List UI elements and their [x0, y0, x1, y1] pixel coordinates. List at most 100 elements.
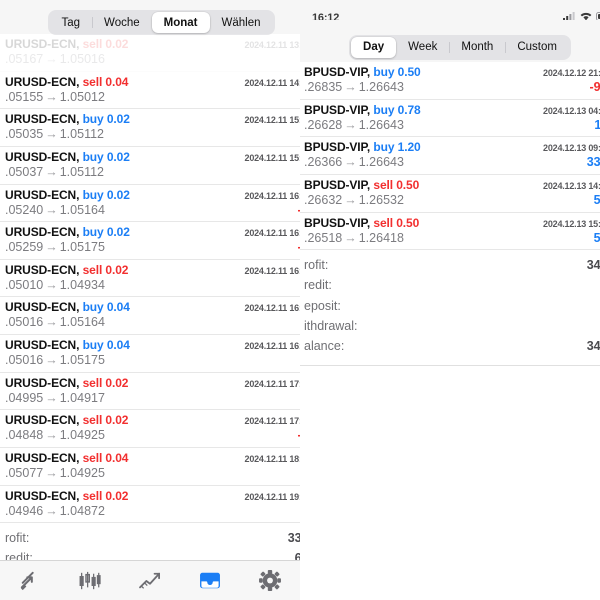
- deal-type-volume: sell 0.02: [82, 262, 129, 277]
- deal-symbol: URUSD-ECN, buy 0.04: [5, 300, 130, 315]
- right-deal-list[interactable]: BPUSD-VIP, buy 0.50 2024.12.12 21:01:0 .26…: [300, 62, 600, 251]
- left-screenshot-panel: Tag Woche Monat Wählen URUSD-ECN, sell 0.02…: [0, 0, 300, 600]
- deal-row[interactable]: URUSD-ECN, buy 0.02 2024.12.11 15:00:0 .05…: [0, 109, 300, 147]
- deal-type-volume: sell 0.04: [82, 74, 129, 89]
- deal-price-range: .26835 → 1.26643: [304, 80, 404, 94]
- arrow-right-icon: →: [45, 127, 58, 142]
- quotes-arrows-icon: [19, 571, 41, 591]
- deal-row[interactable]: URUSD-ECN, buy 0.04 2024.12.11 16:40:0 .05…: [0, 335, 300, 373]
- deal-price-range: .26518 → 1.26418: [304, 230, 404, 245]
- deal-type-volume: buy 0.04: [82, 300, 130, 315]
- deal-row[interactable]: URUSD-ECN, sell 0.02 2024.12.11 19:45:0 .0…: [0, 485, 300, 524]
- deal-symbol: URUSD-ECN, buy 0.02: [5, 225, 130, 240]
- deal-profit: 50.0: [593, 192, 600, 207]
- tab-candlestick-chart[interactable]: [60, 561, 120, 600]
- tab-trend-line-chart[interactable]: [120, 561, 180, 600]
- deal-row[interactable]: URUSD-ECN, buy 0.02 2024.12.11 16:00:0 .05…: [0, 184, 300, 223]
- deal-symbol: BPUSD-VIP, sell 0.50: [304, 177, 420, 192]
- deal-timestamp: 2024.12.11 14:20:0: [244, 77, 300, 88]
- deal-row[interactable]: BPUSD-VIP, buy 1.20 2024.12.13 09:01:0 .26…: [300, 137, 600, 175]
- deal-row[interactable]: URUSD-ECN, sell 0.04 2024.12.11 18:45:0 .0…: [0, 447, 300, 486]
- summary-value: 347.6: [586, 258, 600, 273]
- deal-symbol: URUSD-ECN, buy 0.02: [5, 187, 130, 202]
- deal-type-volume: sell 0.50: [373, 177, 420, 192]
- deal-price-range: .05010 → 1.04934: [5, 277, 105, 292]
- deal-symbol: URUSD-ECN, sell 0.02: [5, 37, 129, 51]
- bottom-tab-bar[interactable]: [0, 560, 300, 600]
- deal-symbol: URUSD-ECN, buy 0.04: [5, 338, 130, 352]
- deal-price-range: .05016 → 1.05164: [5, 315, 105, 330]
- deal-row[interactable]: URUSD-ECN, sell 0.04 2024.12.11 14:20:0 .0…: [0, 71, 300, 110]
- left-period-segmented-control[interactable]: Tag Woche Monat Wählen: [47, 10, 275, 35]
- deal-row[interactable]: BPUSD-VIP, sell 0.50 2024.12.13 14:42:0 .2…: [300, 174, 600, 213]
- summary-label: alance:: [304, 339, 345, 354]
- deal-price-range: .05259 → 1.05175: [5, 240, 105, 255]
- left-period-tab-monat[interactable]: Monat: [151, 12, 210, 33]
- right-summary-row: rofit: 347.6: [304, 255, 600, 275]
- deal-price-range: .05016 → 1.05175: [5, 353, 105, 367]
- deal-price-range: .05077 → 1.04925: [5, 465, 105, 480]
- battery-icon: [596, 12, 600, 20]
- deal-row[interactable]: BPUSD-VIP, sell 0.50 2024.12.13 15:36:0 .2…: [300, 212, 600, 251]
- arrow-right-icon: →: [45, 240, 58, 255]
- inbox-tray-icon: [199, 571, 221, 590]
- deal-price-range: .04995 → 1.04917: [5, 390, 105, 405]
- deal-type-volume: sell 0.02: [82, 488, 129, 503]
- deal-row[interactable]: BPUSD-VIP, buy 0.50 2024.12.12 21:01:0 .26…: [300, 62, 600, 100]
- deal-type-volume: buy 1.20: [373, 140, 421, 155]
- deal-symbol: URUSD-ECN, buy 0.02: [5, 149, 130, 164]
- deal-timestamp: 2024.12.11 16:40:0: [244, 303, 300, 314]
- status-bar: 16:12: [300, 0, 600, 20]
- deal-row[interactable]: URUSD-ECN, buy 0.02 2024.12.11 16:00:0 .05…: [0, 222, 300, 260]
- arrow-right-icon: →: [45, 277, 58, 292]
- deal-timestamp: 2024.12.11 18:45:0: [244, 453, 300, 464]
- arrow-right-icon: →: [344, 192, 357, 207]
- tab-gear-settings[interactable]: [240, 561, 300, 600]
- deal-price-range: .05037 → 1.05112: [5, 164, 104, 179]
- deal-type-volume: buy 0.50: [373, 65, 421, 79]
- deal-row[interactable]: URUSD-ECN, buy 0.02 2024.12.11 15:00:0 .05…: [0, 146, 300, 185]
- deal-row[interactable]: URUSD-ECN, sell 0.02 2024.12.11 17:35:0 .0…: [0, 410, 300, 448]
- deal-symbol: URUSD-ECN, sell 0.02: [5, 375, 129, 390]
- right-period-segmented-control[interactable]: Day Week Month Custom: [349, 34, 571, 60]
- deal-type-volume: buy 0.78: [373, 102, 421, 117]
- deal-timestamp: 2024.12.11 16:00:0: [244, 228, 300, 239]
- deal-row-partial[interactable]: URUSD-ECN, sell 0.02 2024.12.11 13:45:0 .0…: [0, 34, 300, 72]
- left-deal-list[interactable]: URUSD-ECN, sell 0.02 2024.12.11 13:45:0 .0…: [0, 34, 300, 524]
- right-period-tab-custom[interactable]: Custom: [505, 37, 569, 58]
- deal-timestamp: 2024.12.11 16:00:0: [244, 190, 300, 201]
- deal-type-volume: buy 0.02: [82, 112, 130, 127]
- tab-inbox-tray[interactable]: [180, 561, 240, 600]
- deal-symbol: URUSD-ECN, sell 0.04: [5, 74, 129, 89]
- deal-profit: -96.0: [589, 80, 600, 94]
- left-period-tab-woche[interactable]: Woche: [92, 12, 152, 33]
- arrow-right-icon: →: [344, 80, 357, 94]
- right-period-tab-day[interactable]: Day: [351, 36, 397, 58]
- deal-type-volume: buy 0.02: [82, 149, 130, 164]
- deal-price-range: .05167 → 1.05016: [5, 52, 105, 66]
- arrow-right-icon: →: [45, 465, 58, 480]
- arrow-right-icon: →: [45, 52, 58, 66]
- right-summary-row: ithdrawal:0.0: [304, 316, 600, 336]
- summary-label: redit:: [304, 278, 332, 293]
- summary-label: rofit:: [5, 531, 30, 546]
- deal-row[interactable]: URUSD-ECN, sell 0.02 2024.12.11 17:05:0 .0…: [0, 372, 300, 411]
- deal-row[interactable]: URUSD-ECN, sell 0.02 2024.12.11 16:40:0 .0…: [0, 259, 300, 298]
- status-bar-icons: [563, 12, 600, 20]
- deal-price-range: .04946 → 1.04872: [5, 503, 105, 518]
- deal-row[interactable]: URUSD-ECN, buy 0.04 2024.12.11 16:40:0 .05…: [0, 297, 300, 335]
- deal-row[interactable]: BPUSD-VIP, buy 0.78 2024.12.13 04:52:0 .26…: [300, 99, 600, 138]
- right-summary-row: alance: 347.6: [304, 336, 600, 356]
- left-period-tab-wählen[interactable]: Wählen: [210, 12, 273, 33]
- right-period-tab-week[interactable]: Week: [396, 37, 449, 58]
- deal-timestamp: 2024.12.11 17:35:0: [244, 416, 300, 427]
- deal-type-volume: buy 0.02: [82, 187, 130, 202]
- tab-quotes-arrows[interactable]: [0, 561, 60, 600]
- deal-timestamp: 2024.12.11 13:45:0: [244, 40, 300, 50]
- right-period-tab-month[interactable]: Month: [449, 37, 505, 58]
- deal-type-volume: buy 0.02: [82, 225, 130, 240]
- deal-timestamp: 2024.12.13 09:01:0: [543, 143, 600, 154]
- trend-line-chart-icon: [138, 571, 162, 591]
- left-period-tab-tag[interactable]: Tag: [50, 12, 93, 33]
- arrow-right-icon: →: [45, 503, 58, 518]
